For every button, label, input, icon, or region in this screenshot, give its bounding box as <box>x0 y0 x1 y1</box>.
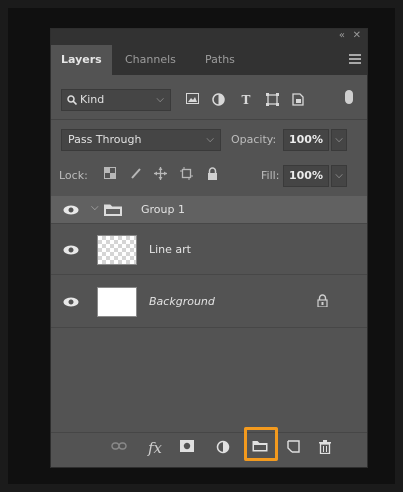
layer-name: Background <box>149 295 215 308</box>
lock-label: Lock: <box>59 169 88 182</box>
blend-mode-dropdown[interactable]: Pass Through ⌵ <box>61 129 221 151</box>
layer-name: Line art <box>149 243 191 256</box>
kind-filter-dropdown[interactable]: Kind ⌵ <box>61 89 171 111</box>
adjustment-filter-icon[interactable] <box>211 93 225 107</box>
lock-image-pixels-icon[interactable] <box>129 167 143 181</box>
image-filter-icon[interactable] <box>185 93 199 107</box>
trash-icon[interactable] <box>317 440 333 456</box>
fill-chevron-icon[interactable]: ⌵ <box>331 165 347 187</box>
shape-filter-icon[interactable] <box>265 93 279 107</box>
type-filter-icon[interactable]: T <box>239 93 253 107</box>
lock-all-icon[interactable] <box>205 167 219 181</box>
add-mask-icon[interactable] <box>179 440 195 456</box>
lock-row: Lock: Fill: 100% ⌵ <box>51 163 367 189</box>
hamburger-menu-icon[interactable] <box>349 54 361 64</box>
blend-mode-value: Pass Through <box>68 133 142 146</box>
link-layers-icon[interactable] <box>111 440 127 456</box>
layer-thumbnail-transparent <box>97 235 137 265</box>
eye-visibility-icon[interactable] <box>63 205 79 215</box>
filter-toggle-switch[interactable] <box>345 90 353 104</box>
layer-row-line-art[interactable]: Line art <box>51 225 367 275</box>
panel-tabs: Layers Channels Paths <box>51 45 367 75</box>
search-icon <box>67 95 77 105</box>
close-icon[interactable]: ✕ <box>353 30 361 41</box>
fx-icon[interactable]: fx <box>147 440 163 456</box>
tab-layers[interactable]: Layers <box>51 45 112 75</box>
smart-object-filter-icon[interactable] <box>291 93 305 107</box>
layer-name: Group 1 <box>141 203 185 216</box>
chevron-down-icon: ⌵ <box>156 94 164 105</box>
new-layer-icon[interactable] <box>285 440 301 456</box>
tab-paths[interactable]: Paths <box>195 45 245 75</box>
collapse-icon[interactable]: « <box>339 30 345 41</box>
opacity-label: Opacity: <box>231 133 277 146</box>
lock-position-icon[interactable] <box>153 167 167 181</box>
lock-artboard-icon[interactable] <box>179 167 193 181</box>
eye-visibility-icon[interactable] <box>63 297 79 307</box>
new-group-button-highlight <box>244 427 278 461</box>
filter-row: Kind ⌵ T <box>51 87 367 115</box>
eye-visibility-icon[interactable] <box>63 245 79 255</box>
fill-label: Fill: <box>261 169 280 182</box>
blend-row: Pass Through ⌵ Opacity: 100% ⌵ <box>51 127 367 153</box>
layers-bottom-toolbar: fx <box>51 432 367 463</box>
layer-row-background[interactable]: Background <box>51 276 367 328</box>
opacity-input[interactable]: 100% <box>283 129 329 151</box>
kind-label: Kind <box>80 93 105 106</box>
group-expand-chevron-icon[interactable]: ⌵ <box>91 202 99 213</box>
divider <box>51 119 367 120</box>
layer-row-group-1[interactable]: ⌵ Group 1 <box>51 196 367 224</box>
chevron-down-icon: ⌵ <box>206 134 214 145</box>
panel-titlebar: « ✕ <box>51 29 367 45</box>
folder-icon <box>104 204 122 216</box>
layer-thumbnail-white <box>97 287 137 317</box>
fill-input[interactable]: 100% <box>283 165 329 187</box>
opacity-chevron-icon[interactable]: ⌵ <box>331 129 347 151</box>
adjustment-layer-icon[interactable] <box>215 440 231 456</box>
layer-lock-icon <box>317 294 328 307</box>
lock-transparent-pixels-icon[interactable] <box>103 167 117 181</box>
tab-channels[interactable]: Channels <box>115 45 186 75</box>
layers-panel: « ✕ Layers Channels Paths Kind ⌵ T Pass … <box>50 28 368 468</box>
